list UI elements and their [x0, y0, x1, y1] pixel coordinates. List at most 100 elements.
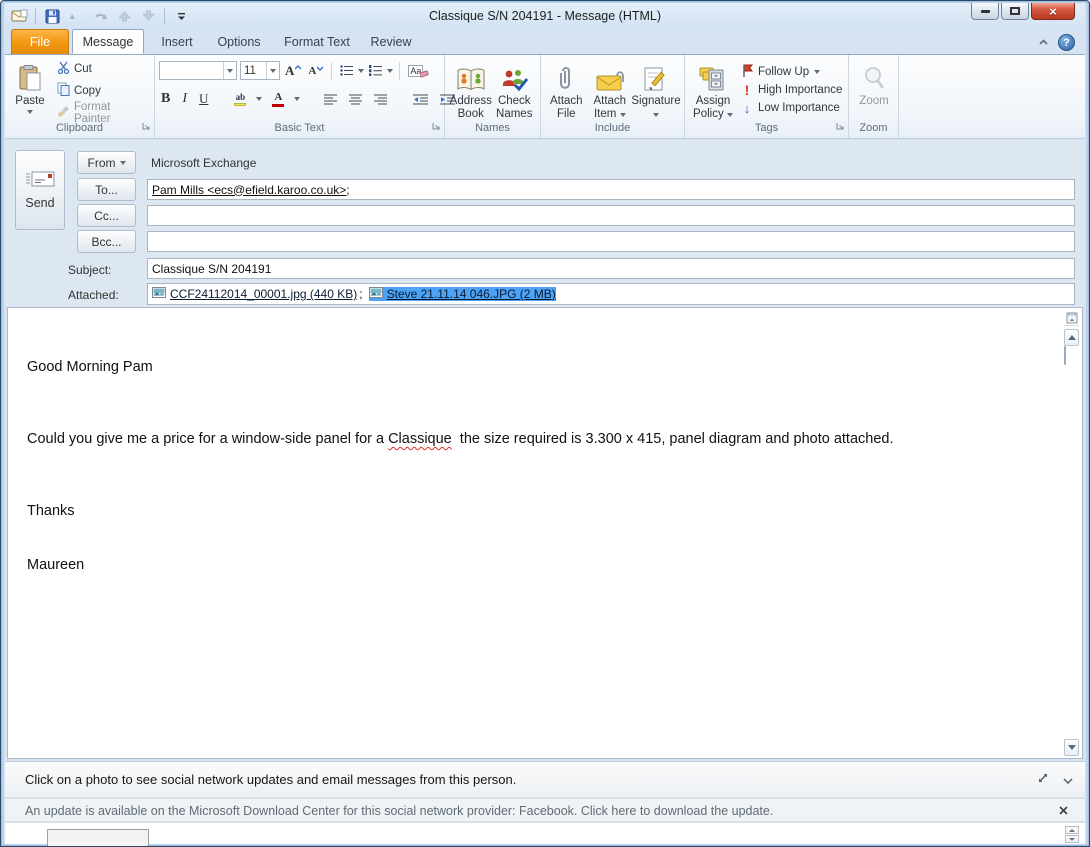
format-painter-button[interactable]: Format Painter: [57, 101, 150, 125]
tab-file[interactable]: File: [11, 29, 69, 54]
align-center-button[interactable]: [347, 89, 364, 109]
align-left-button[interactable]: [322, 89, 339, 109]
grow-font-button[interactable]: A: [283, 61, 303, 81]
people-pane-scroll: [1065, 826, 1079, 843]
basic-text-dialog-launcher[interactable]: [432, 118, 441, 136]
dropdown-arrow-icon[interactable]: [266, 62, 279, 79]
close-icon: ×: [1049, 3, 1057, 19]
attached-label: Attached:: [68, 288, 119, 302]
ruler-toggle-icon[interactable]: [1064, 310, 1079, 326]
high-importance-button[interactable]: ! High Importance: [741, 82, 843, 98]
clipboard-dialog-launcher[interactable]: [142, 118, 151, 136]
assign-policy-button[interactable]: Assign Policy: [689, 58, 737, 122]
tab-message[interactable]: Message: [72, 29, 144, 54]
check-names-button[interactable]: Check Names: [493, 58, 537, 122]
attach-file-button[interactable]: Attach File: [545, 58, 588, 122]
attach-item-button[interactable]: Attach Item: [588, 58, 632, 122]
ribbon-group-clipboard: Paste Cut Copy Format Painter Clipboard: [5, 55, 155, 138]
cut-button[interactable]: Cut: [57, 58, 150, 79]
to-recipient[interactable]: Pam Mills <ecs@efield.karoo.co.uk>;: [152, 183, 350, 197]
social-update-notice[interactable]: An update is available on the Microsoft …: [25, 799, 773, 823]
format-painter-icon: [57, 105, 70, 121]
cc-button[interactable]: Cc...: [77, 204, 136, 227]
dropdown-arrow-icon: [653, 113, 659, 118]
minimize-button[interactable]: [971, 3, 999, 20]
maximize-button[interactable]: [1001, 3, 1029, 20]
dropdown-arrow-icon[interactable]: [358, 68, 365, 73]
people-pane-chevron-down-icon[interactable]: [1063, 771, 1073, 789]
cc-field[interactable]: [147, 205, 1075, 226]
dropdown-arrow-icon: [119, 160, 126, 165]
attachment-item-selected[interactable]: Steve 21.11.14 046.JPG (2 MB): [368, 287, 556, 301]
numbering-button[interactable]: [367, 61, 384, 81]
low-importance-button[interactable]: ↓ Low Importance: [741, 100, 842, 116]
scroll-down-button[interactable]: [1064, 739, 1079, 756]
zoom-button[interactable]: Zoom: [853, 58, 895, 122]
pane-scroll-down-button[interactable]: [1065, 835, 1079, 843]
subject-field[interactable]: Classique S/N 204191: [147, 258, 1075, 279]
contact-photo-placeholder[interactable]: [47, 829, 149, 846]
body-request: Could you give me a price for a window-s…: [27, 431, 894, 447]
dropdown-arrow-icon[interactable]: [387, 68, 394, 73]
font-size-combobox[interactable]: 11: [240, 61, 280, 80]
tab-options[interactable]: Options: [209, 29, 269, 54]
dismiss-update-button[interactable]: [1058, 803, 1069, 821]
send-button[interactable]: Send: [15, 150, 65, 230]
to-button[interactable]: To...: [77, 178, 136, 201]
expand-people-pane-button[interactable]: [1037, 771, 1049, 789]
address-book-button[interactable]: Address Book: [449, 58, 493, 122]
clear-formatting-button[interactable]: Aa: [406, 61, 432, 81]
dropdown-arrow-icon[interactable]: [223, 62, 236, 79]
align-right-button[interactable]: [372, 89, 389, 109]
low-importance-icon: ↓: [743, 100, 751, 116]
people-pane-message: Click on a photo to see social network u…: [25, 772, 517, 787]
italic-button[interactable]: I: [180, 89, 189, 109]
include-group-label: Include: [594, 122, 631, 134]
tab-review[interactable]: Review: [363, 29, 419, 54]
ribbon-tab-row: File Message Insert Options Format Text …: [5, 29, 1085, 54]
message-body[interactable]: Good Morning Pam Could you give me a pri…: [7, 307, 1083, 759]
to-field[interactable]: Pam Mills <ecs@efield.karoo.co.uk>;: [147, 179, 1075, 200]
collapse-ribbon-button[interactable]: [1039, 38, 1048, 47]
signature-button[interactable]: Signature: [631, 58, 681, 122]
names-group-label: Names: [475, 122, 510, 134]
scrollbar-track[interactable]: [1064, 346, 1079, 739]
from-button[interactable]: From: [77, 151, 136, 174]
paste-icon: [18, 62, 42, 92]
bold-button[interactable]: B: [159, 89, 172, 109]
scrollbar-thumb[interactable]: [1064, 346, 1066, 365]
pane-scroll-up-button[interactable]: [1065, 826, 1079, 834]
subject-label: Subject:: [68, 263, 112, 277]
tags-group-label: Tags: [754, 122, 779, 134]
follow-up-button[interactable]: Follow Up: [741, 64, 842, 79]
bcc-field[interactable]: [147, 231, 1075, 252]
underline-button[interactable]: U: [197, 89, 210, 109]
bcc-button[interactable]: Bcc...: [77, 230, 136, 253]
scroll-up-button[interactable]: [1064, 329, 1079, 346]
tab-insert[interactable]: Insert: [151, 29, 203, 54]
ribbon-group-include: Attach File Attach Item Signature Includ…: [541, 55, 685, 138]
attachment-item[interactable]: CCF24112014_00001.jpg (440 KB): [152, 287, 357, 301]
picture-attachment-icon: [368, 287, 383, 301]
attached-field[interactable]: CCF24112014_00001.jpg (440 KB) ; Steve 2…: [147, 283, 1075, 305]
font-name-combobox[interactable]: [159, 61, 237, 80]
decrease-indent-button[interactable]: [411, 89, 430, 109]
bullets-button[interactable]: [338, 61, 355, 81]
dropdown-arrow-icon[interactable]: [294, 97, 301, 101]
help-button[interactable]: ?: [1058, 34, 1075, 51]
paste-button[interactable]: Paste: [9, 58, 51, 122]
text-highlight-button[interactable]: ab: [232, 89, 248, 109]
message-header: Send From Microsoft Exchange To... Pam M…: [5, 140, 1085, 307]
copy-icon: [57, 82, 70, 99]
signature-icon: [643, 62, 669, 92]
font-color-button[interactable]: A: [270, 89, 286, 109]
message-body-text[interactable]: Good Morning Pam Could you give me a pri…: [27, 322, 1042, 610]
vertical-scrollbar[interactable]: [1063, 310, 1080, 756]
dropdown-arrow-icon: [814, 70, 821, 74]
tags-dialog-launcher[interactable]: [836, 118, 845, 136]
copy-button[interactable]: Copy: [57, 80, 150, 101]
close-button[interactable]: ×: [1031, 3, 1075, 20]
dropdown-arrow-icon[interactable]: [256, 97, 263, 101]
tab-format-text[interactable]: Format Text: [277, 29, 357, 54]
shrink-font-button[interactable]: A: [306, 61, 325, 81]
